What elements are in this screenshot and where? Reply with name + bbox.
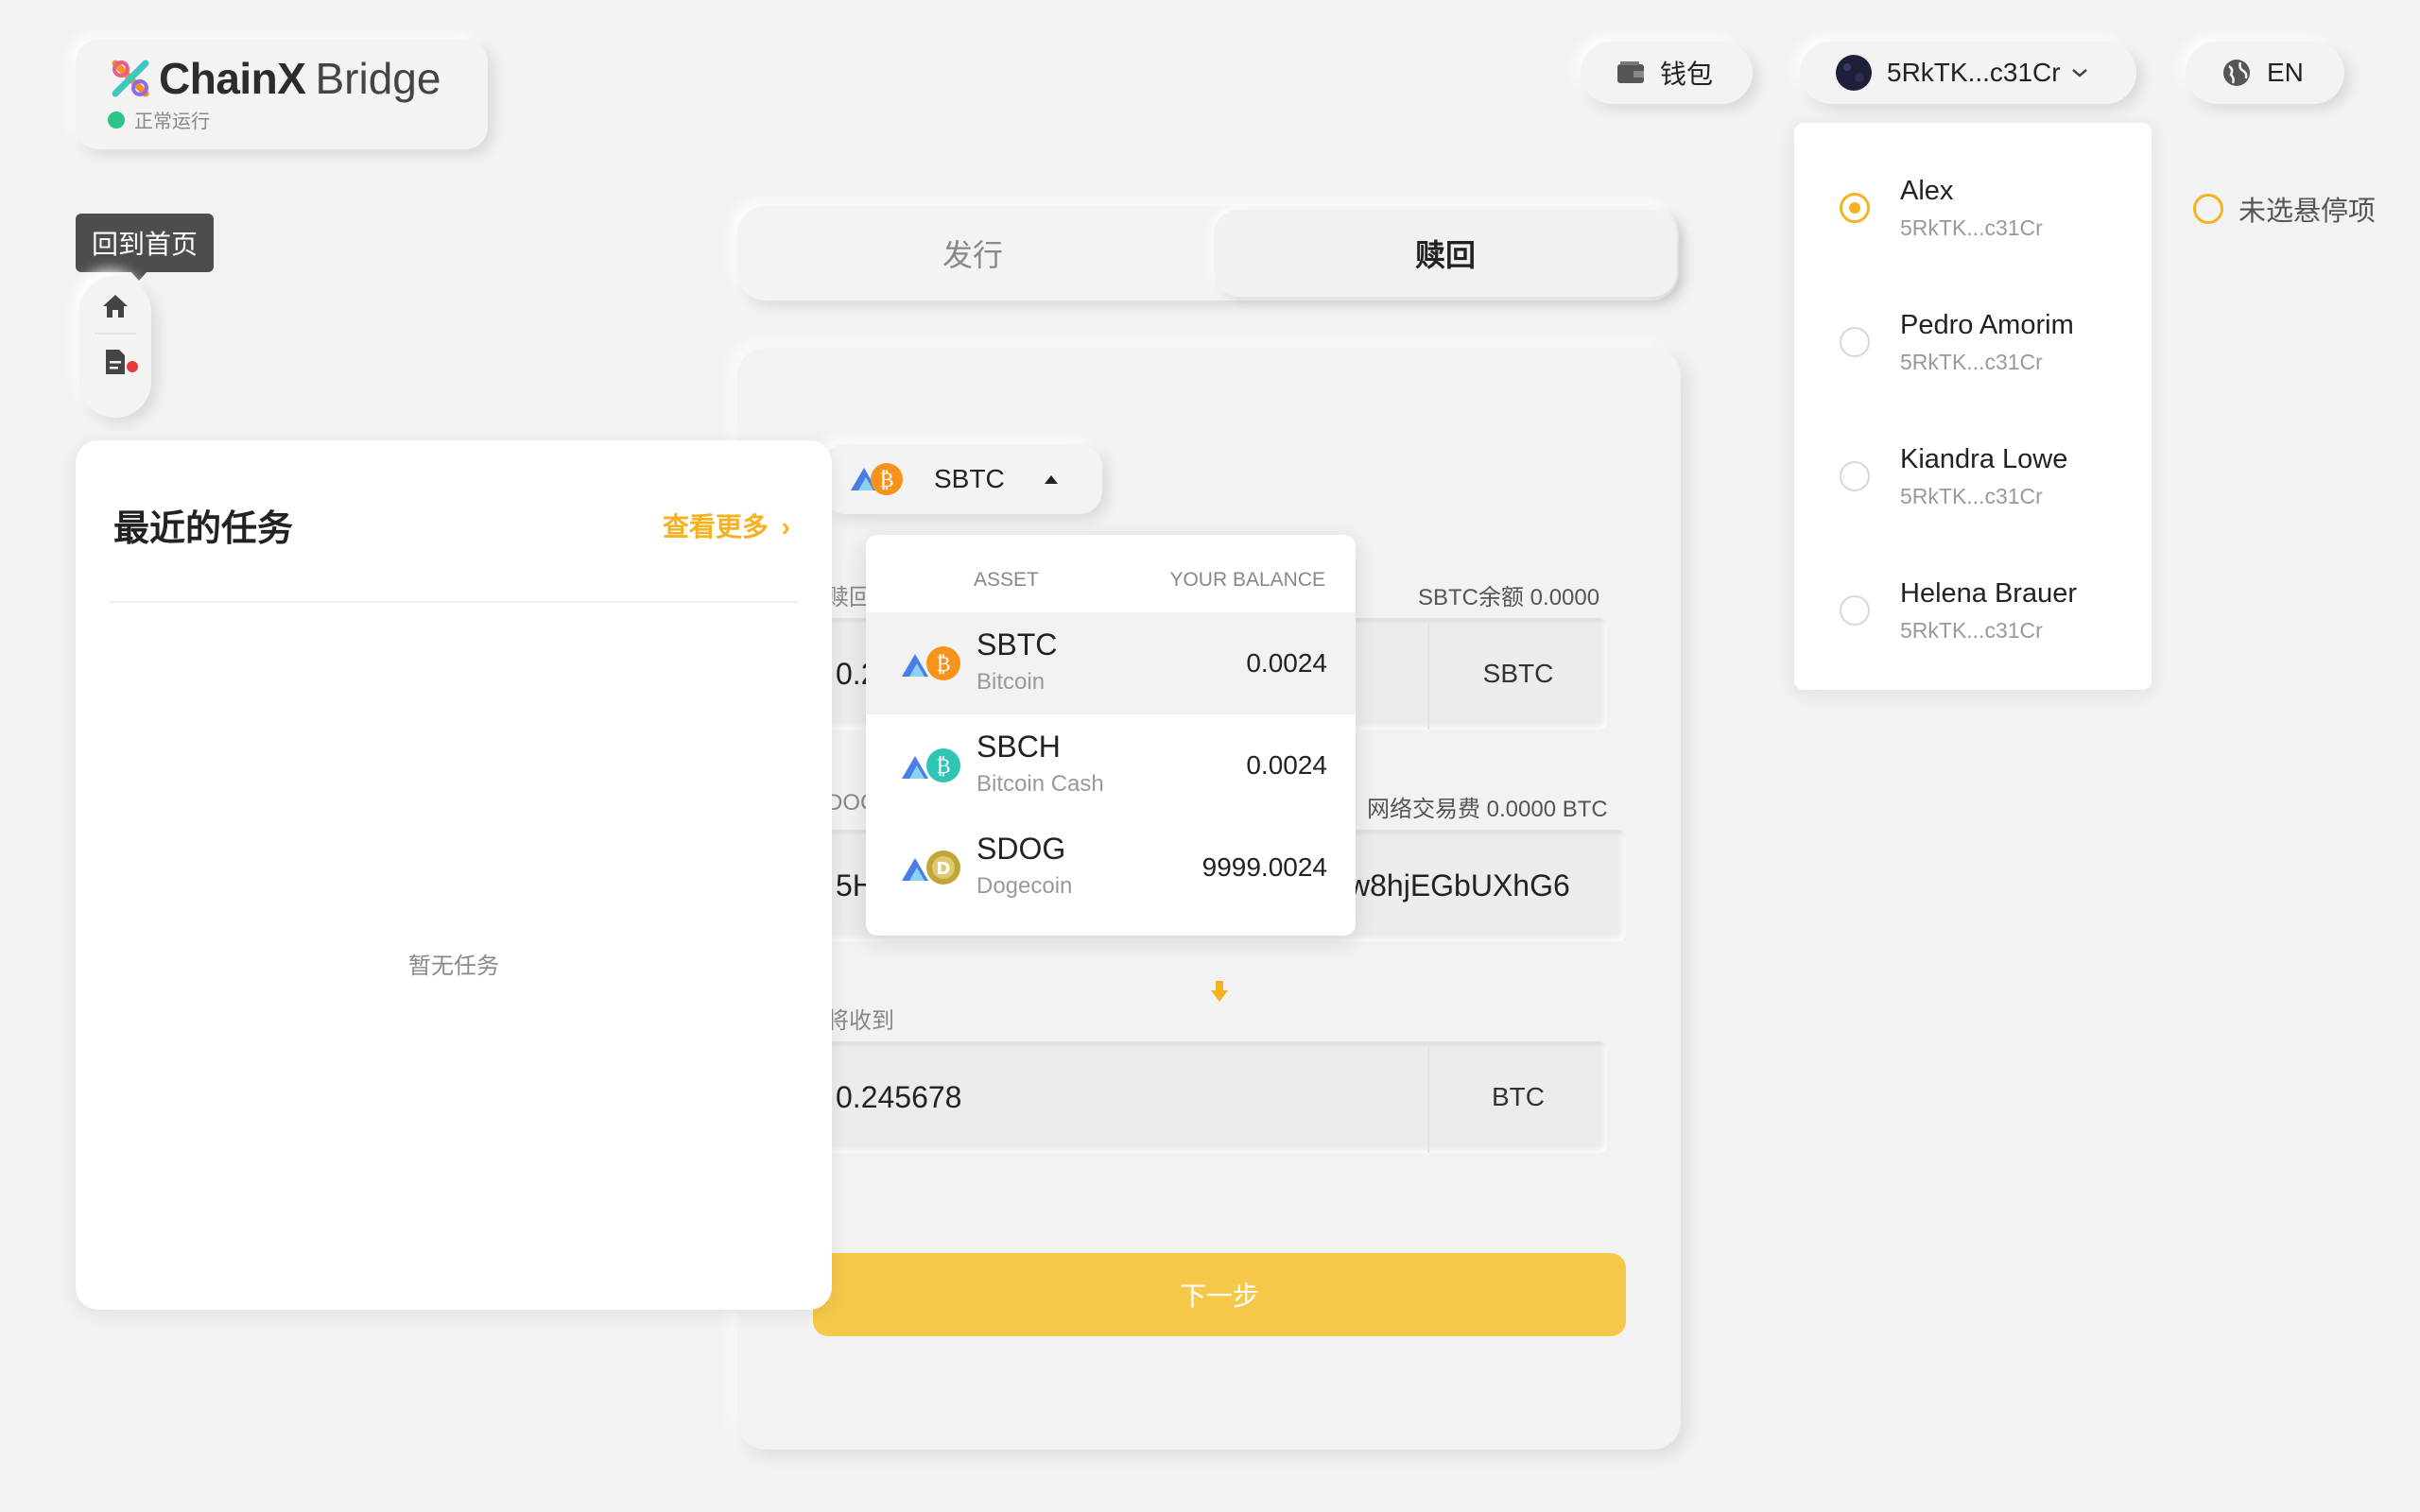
account-name: Pedro Amorim xyxy=(1900,310,2074,340)
sbtc-token-icon: ₿ xyxy=(851,463,903,495)
arrow-down-icon xyxy=(1211,981,1228,1002)
account-avatar-icon xyxy=(1836,55,1872,91)
account-option-kiandra[interactable]: Kiandra Lowe 5RkTK...c31Cr xyxy=(1794,412,2152,544)
fee-label: 网络交易费 0.0000 BTC xyxy=(1367,797,1608,822)
wallet-button[interactable]: 钱包 xyxy=(1581,42,1753,104)
status-dot-icon xyxy=(108,111,125,129)
next-button[interactable]: 下一步 xyxy=(813,1253,1626,1336)
mode-tabs: 发行 赎回 xyxy=(737,206,1679,301)
asset-select-value: SBTC xyxy=(934,464,1005,493)
account-address: 5RkTK...c31Cr xyxy=(1900,484,2043,508)
caret-up-icon xyxy=(1044,475,1058,484)
account-switcher[interactable]: 5RkTK...c31Cr xyxy=(1800,42,2136,104)
radio-hover-icon xyxy=(2193,194,2223,224)
tab-redeem[interactable]: 赎回 xyxy=(1214,210,1677,297)
col-asset: ASSET xyxy=(974,569,1039,591)
asset-name: Bitcoin xyxy=(977,669,1046,695)
tasks-title: 最近的任务 xyxy=(113,509,294,549)
radio-icon xyxy=(1840,327,1870,357)
tasks-divider xyxy=(110,601,798,603)
asset-dropdown: ASSET YOUR BALANCE ₿ SBTC Bitcoin 0.0024… xyxy=(866,535,1356,936)
account-option-pedro[interactable]: Pedro Amorim 5RkTK...c31Cr xyxy=(1794,278,2152,410)
brand-card[interactable]: ChainX Bridge 正常运行 xyxy=(76,40,488,149)
wallet-label: 钱包 xyxy=(1660,60,1714,89)
asset-symbol: SBCH xyxy=(977,730,1061,764)
tasks-empty: 暂无任务 xyxy=(408,954,499,979)
asset-balance: 0.0024 xyxy=(1246,750,1327,780)
chevron-right-icon: › xyxy=(781,512,790,541)
recent-tasks-panel: 最近的任务 查看更多 › 暂无任务 xyxy=(76,440,832,1310)
asset-symbol: SBTC xyxy=(977,627,1058,662)
asset-symbol: SDOG xyxy=(977,832,1066,866)
status-text: 正常运行 xyxy=(134,112,210,132)
side-nav xyxy=(79,276,151,418)
asset-option-sdog[interactable]: D SDOG Dogecoin 9999.0024 xyxy=(866,816,1356,919)
document-icon[interactable] xyxy=(104,348,127,376)
radio-selected-icon xyxy=(1840,193,1870,223)
account-address: 5RkTK...c31Cr xyxy=(1887,58,2061,87)
asset-option-sbtc[interactable]: ₿ SBTC Bitcoin 0.0024 xyxy=(866,612,1356,714)
svg-text:₿: ₿ xyxy=(936,653,950,677)
language-button[interactable]: EN xyxy=(2186,42,2344,104)
globe-icon xyxy=(2223,60,2250,86)
hover-state-label: 未选悬停项 xyxy=(2238,197,2377,227)
account-name: Kiandra Lowe xyxy=(1900,444,2068,474)
receive-value: 0.245678 xyxy=(836,1079,962,1114)
view-more-link[interactable]: 查看更多 › xyxy=(663,507,790,544)
wallet-icon xyxy=(1617,61,1644,83)
chevron-down-icon xyxy=(2071,69,2087,77)
address-input-end[interactable]: w8hjEGbUXhG6 xyxy=(1348,830,1570,941)
account-name: Alex xyxy=(1900,176,1954,206)
account-option-helena[interactable]: Helena Brauer 5RkTK...c31Cr xyxy=(1794,546,2152,679)
svg-text:₿: ₿ xyxy=(879,469,893,492)
asset-select[interactable]: ₿ SBTC xyxy=(822,444,1102,514)
language-label: EN xyxy=(2267,58,2304,87)
receive-field: 0.245678 BTC xyxy=(737,1041,1607,1153)
asset-balance: 0.0024 xyxy=(1246,648,1327,678)
view-more-label: 查看更多 xyxy=(662,512,769,541)
amount-unit: SBTC xyxy=(1427,618,1607,730)
account-option-alex[interactable]: Alex 5RkTK...c31Cr xyxy=(1794,144,2152,276)
asset-name: Dogecoin xyxy=(977,873,1073,899)
brand-suffix: Bridge xyxy=(315,54,441,103)
account-address: 5RkTK...c31Cr xyxy=(1900,215,2043,240)
svg-text:₿: ₿ xyxy=(936,755,950,779)
home-tooltip: 回到首页 xyxy=(76,214,214,281)
sbtc-token-icon: ₿ xyxy=(902,646,960,680)
home-icon[interactable] xyxy=(101,293,130,319)
account-dropdown: Alex 5RkTK...c31Cr Pedro Amorim 5RkTK...… xyxy=(1794,123,2152,690)
hover-state-legend: 未选悬停项 xyxy=(2193,189,2376,229)
account-address: 5RkTK...c31Cr xyxy=(1900,618,2043,643)
network-status: 正常运行 xyxy=(108,106,488,133)
receive-unit: BTC xyxy=(1427,1041,1607,1153)
radio-icon xyxy=(1840,461,1870,491)
sbch-token-icon: ₿ xyxy=(902,748,960,782)
account-name: Helena Brauer xyxy=(1900,578,2077,609)
tab-issue[interactable]: 发行 xyxy=(741,210,1204,297)
brand-name: ChainX xyxy=(159,54,306,103)
asset-balance: 9999.0024 xyxy=(1201,852,1327,882)
col-balance: YOUR BALANCE xyxy=(1169,569,1325,591)
balance-label: SBTC余额 0.0000 xyxy=(1418,585,1600,610)
receive-label: 将收到 xyxy=(826,1008,894,1034)
asset-option-sbch[interactable]: ₿ SBCH Bitcoin Cash 0.0024 xyxy=(866,714,1356,816)
asset-name: Bitcoin Cash xyxy=(977,771,1104,797)
account-address: 5RkTK...c31Cr xyxy=(1900,350,2043,374)
nav-divider xyxy=(95,333,136,335)
sdog-token-icon: D xyxy=(902,850,960,885)
notification-dot xyxy=(127,361,138,372)
radio-icon xyxy=(1840,595,1870,626)
chainx-logo-icon xyxy=(112,60,149,97)
svg-text:D: D xyxy=(937,859,951,879)
